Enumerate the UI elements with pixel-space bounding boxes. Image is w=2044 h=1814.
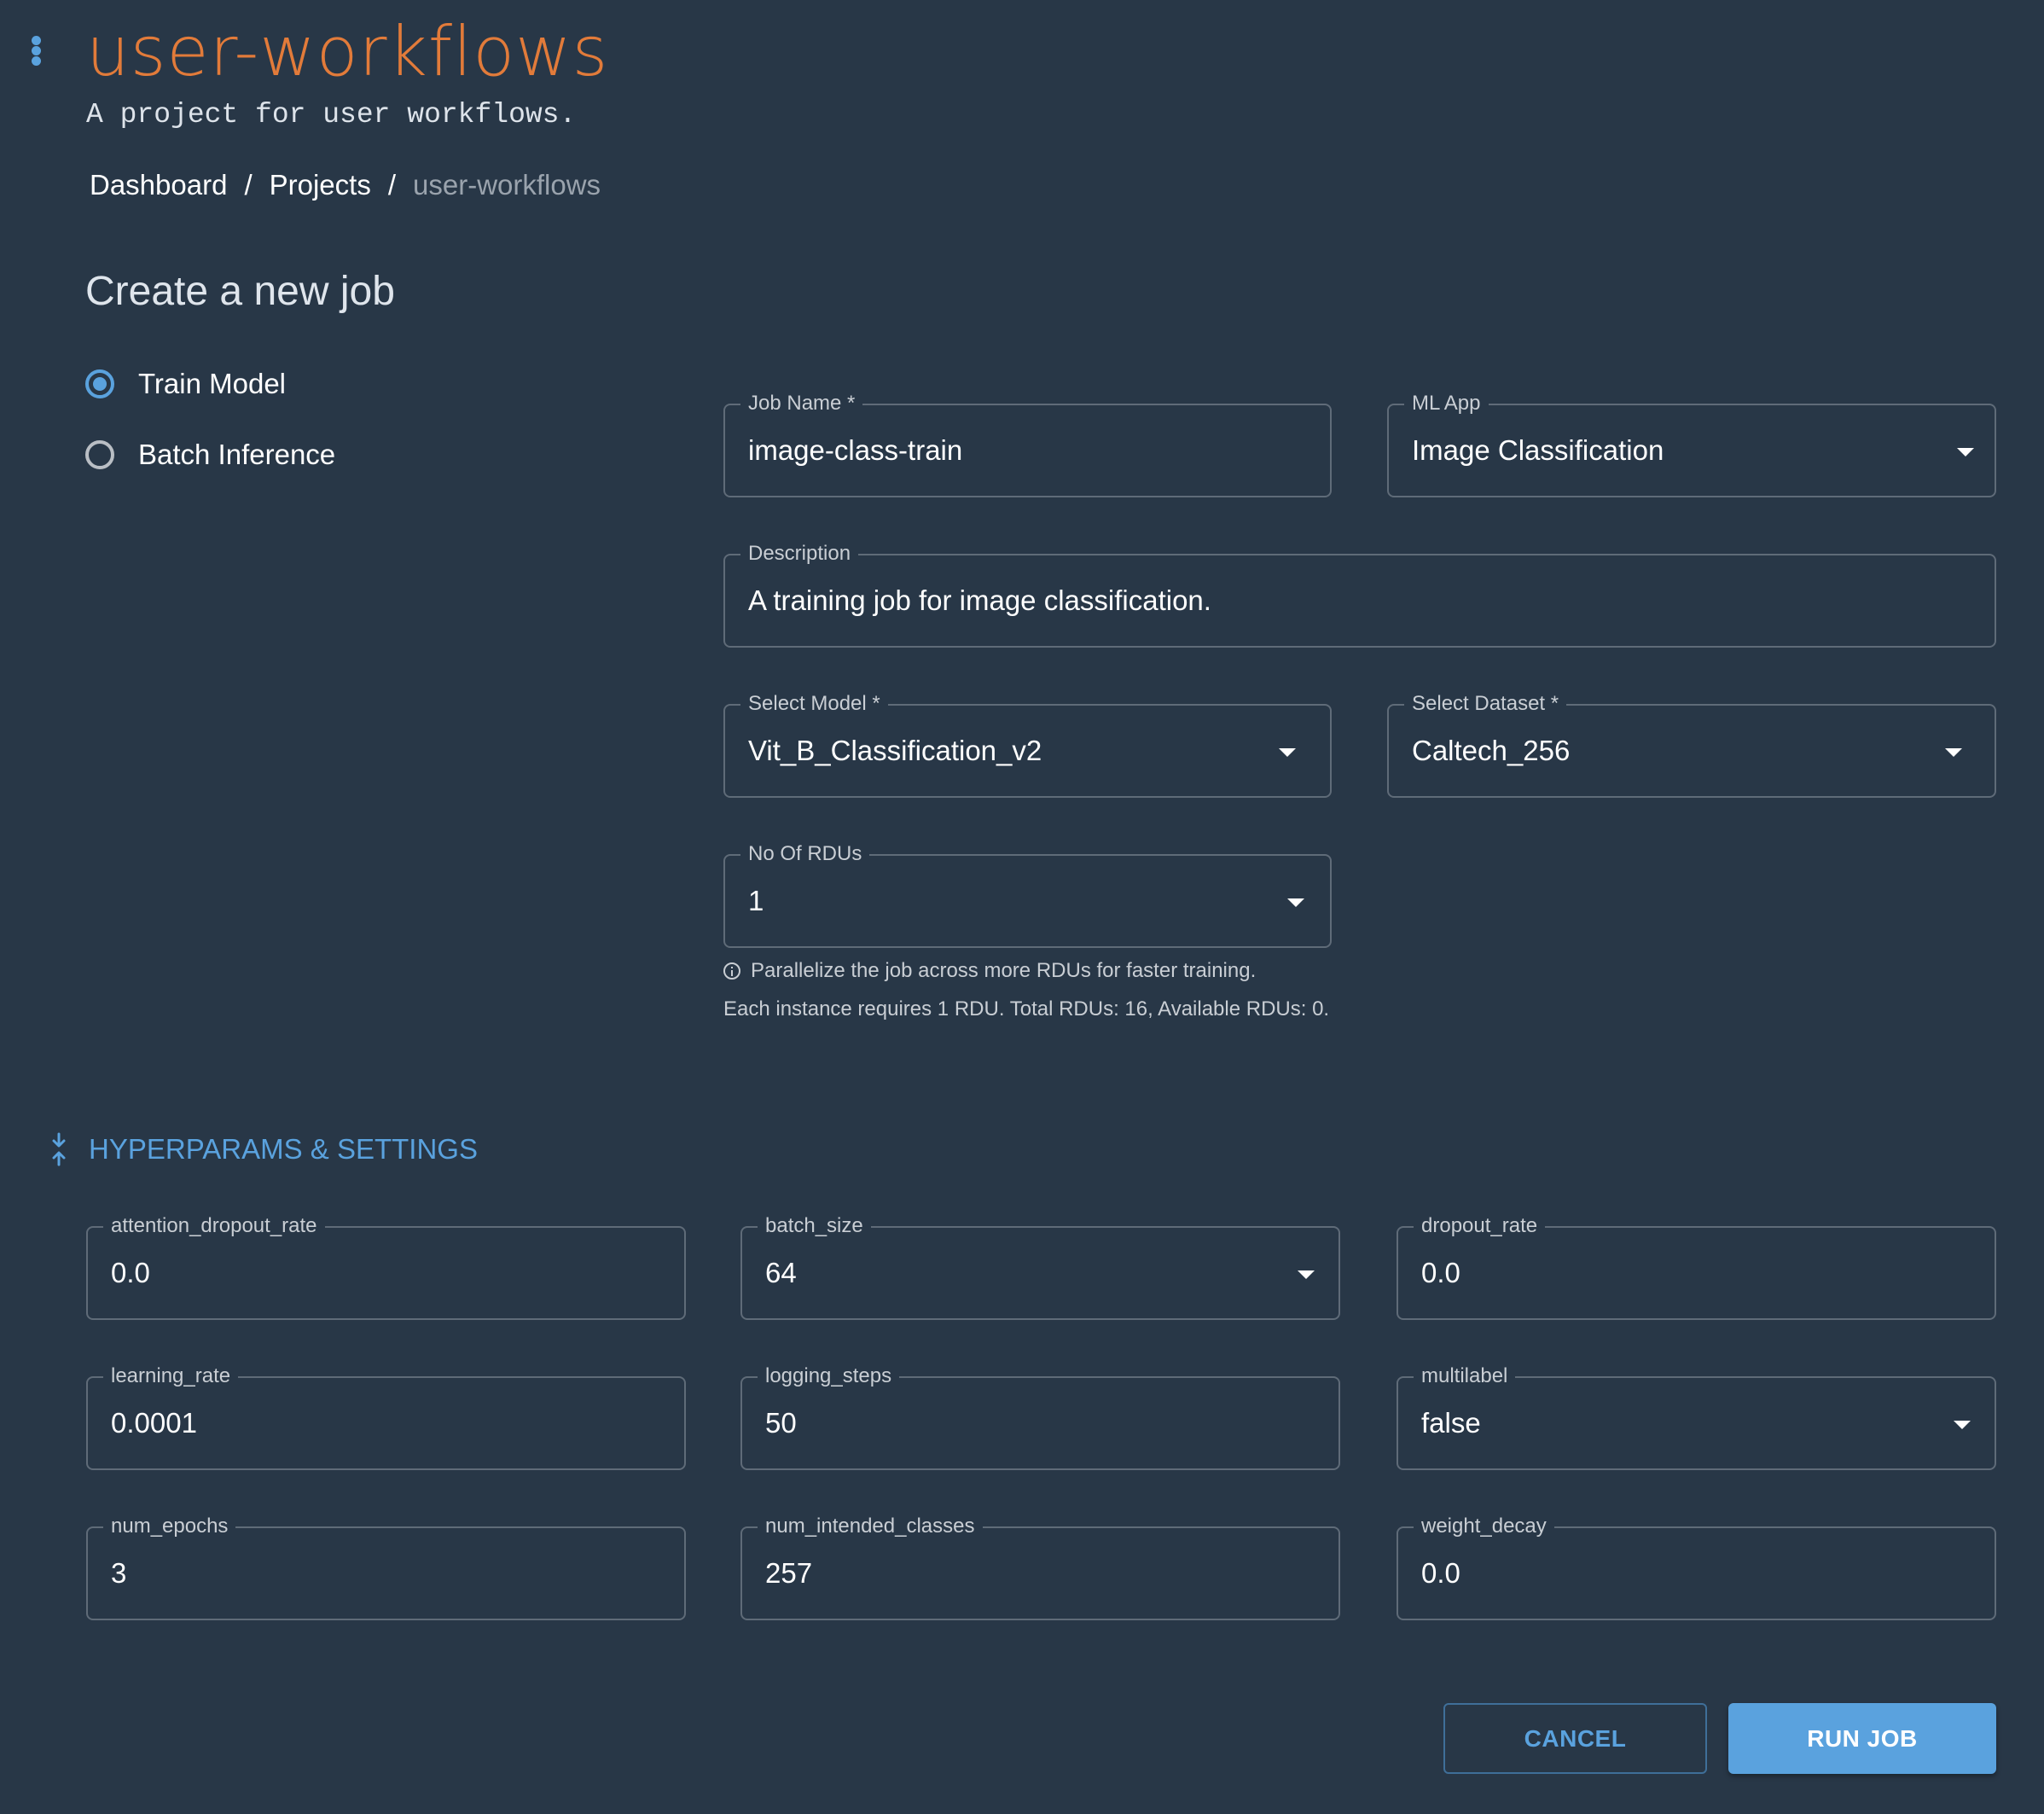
multilabel-label: multilabel xyxy=(1414,1365,1516,1387)
caret-down-icon[interactable] xyxy=(1279,748,1296,757)
multilabel-select[interactable]: multilabel false xyxy=(1397,1365,1996,1470)
job-name-label: Job Name * xyxy=(740,392,863,415)
rdus-select[interactable]: No Of RDUs 1 xyxy=(723,843,1332,948)
radio-batch-inference[interactable]: Batch Inference xyxy=(85,436,335,474)
breadcrumb-separator: / xyxy=(387,169,397,201)
hyperparams-title: HYPERPARAMS & SETTINGS xyxy=(89,1133,478,1165)
rdus-detail: Each instance requires 1 RDU. Total RDUs… xyxy=(723,997,1330,1020)
caret-down-icon[interactable] xyxy=(1957,448,1974,456)
num-epochs-label: num_epochs xyxy=(103,1515,236,1538)
num-intended-classes-label: num_intended_classes xyxy=(758,1515,983,1538)
dataset-select[interactable]: Select Dataset * Caltech_256 xyxy=(1387,693,1996,798)
description-field[interactable]: Description xyxy=(723,543,1996,648)
num-intended-classes-field[interactable]: num_intended_classes xyxy=(740,1515,1340,1620)
kebab-menu-icon[interactable] xyxy=(31,36,43,67)
weight-decay-field[interactable]: weight_decay xyxy=(1397,1515,1996,1620)
logging-steps-input[interactable] xyxy=(765,1405,1243,1441)
ml-app-label: ML App xyxy=(1404,392,1489,415)
breadcrumb: Dashboard / Projects / user-workflows xyxy=(90,166,601,205)
model-value: Vit_B_Classification_v2 xyxy=(748,735,1042,766)
info-icon xyxy=(723,962,740,980)
attention-dropout-rate-field[interactable]: attention_dropout_rate xyxy=(86,1215,686,1320)
batch-size-select[interactable]: batch_size 64 xyxy=(740,1215,1340,1320)
kebab-dot xyxy=(32,46,41,55)
logging-steps-label: logging_steps xyxy=(758,1365,900,1387)
job-name-input[interactable] xyxy=(748,433,1233,468)
dropout-rate-label: dropout_rate xyxy=(1414,1215,1546,1237)
learning-rate-label: learning_rate xyxy=(103,1365,239,1387)
run-job-button[interactable]: RUN JOB xyxy=(1728,1703,1996,1774)
kebab-dot xyxy=(32,36,41,45)
num-epochs-field[interactable]: num_epochs xyxy=(86,1515,686,1620)
breadcrumb-dashboard[interactable]: Dashboard xyxy=(90,169,227,201)
logging-steps-field[interactable]: logging_steps xyxy=(740,1365,1340,1470)
kebab-dot xyxy=(32,56,41,66)
description-input[interactable] xyxy=(748,583,1891,619)
rdus-info-text: Parallelize the job across more RDUs for… xyxy=(751,959,1257,982)
radio-checked-icon[interactable] xyxy=(85,369,114,398)
num-epochs-input[interactable] xyxy=(111,1555,589,1591)
caret-down-icon[interactable] xyxy=(1287,898,1304,907)
collapse-vertical-icon[interactable] xyxy=(48,1132,70,1166)
ml-app-value: Image Classification xyxy=(1412,434,1664,466)
weight-decay-input[interactable] xyxy=(1421,1555,1899,1591)
rdus-info: Parallelize the job across more RDUs for… xyxy=(723,957,1256,985)
dataset-label: Select Dataset * xyxy=(1404,693,1567,715)
num-intended-classes-input[interactable] xyxy=(765,1555,1243,1591)
breadcrumb-separator: / xyxy=(244,169,253,201)
weight-decay-label: weight_decay xyxy=(1414,1515,1554,1538)
caret-down-icon[interactable] xyxy=(1945,748,1962,757)
radio-label: Batch Inference xyxy=(138,439,336,470)
cancel-button[interactable]: CANCEL xyxy=(1443,1703,1707,1774)
dropout-rate-field[interactable]: dropout_rate xyxy=(1397,1215,1996,1320)
description-label: Description xyxy=(740,543,859,565)
breadcrumb-projects[interactable]: Projects xyxy=(270,169,371,201)
multilabel-value: false xyxy=(1421,1407,1481,1439)
batch-size-value: 64 xyxy=(765,1257,797,1288)
learning-rate-input[interactable] xyxy=(111,1405,589,1441)
model-label: Select Model * xyxy=(740,693,888,715)
attention-dropout-rate-label: attention_dropout_rate xyxy=(103,1215,325,1237)
radio-train-model[interactable]: Train Model xyxy=(85,365,286,403)
project-title: user-workflows xyxy=(86,12,609,91)
job-name-field[interactable]: Job Name * xyxy=(723,392,1332,497)
caret-down-icon[interactable] xyxy=(1298,1270,1315,1279)
radio-label: Train Model xyxy=(138,368,287,399)
radio-unchecked-icon[interactable] xyxy=(85,440,114,469)
rdus-label: No Of RDUs xyxy=(740,843,870,865)
page-title: Create a new job xyxy=(85,269,395,314)
ml-app-select[interactable]: ML App Image Classification xyxy=(1387,392,1996,497)
breadcrumb-current: user-workflows xyxy=(413,169,601,201)
attention-dropout-rate-input[interactable] xyxy=(111,1255,589,1291)
rdus-value: 1 xyxy=(748,885,764,916)
learning-rate-field[interactable]: learning_rate xyxy=(86,1365,686,1470)
model-select[interactable]: Select Model * Vit_B_Classification_v2 xyxy=(723,693,1332,798)
dropout-rate-input[interactable] xyxy=(1421,1255,1899,1291)
caret-down-icon[interactable] xyxy=(1954,1421,1971,1429)
hyperparams-toggle[interactable]: HYPERPARAMS & SETTINGS xyxy=(48,1131,478,1168)
dataset-value: Caltech_256 xyxy=(1412,735,1571,766)
batch-size-label: batch_size xyxy=(758,1215,871,1237)
project-subtitle: A project for user workflows. xyxy=(86,99,577,131)
